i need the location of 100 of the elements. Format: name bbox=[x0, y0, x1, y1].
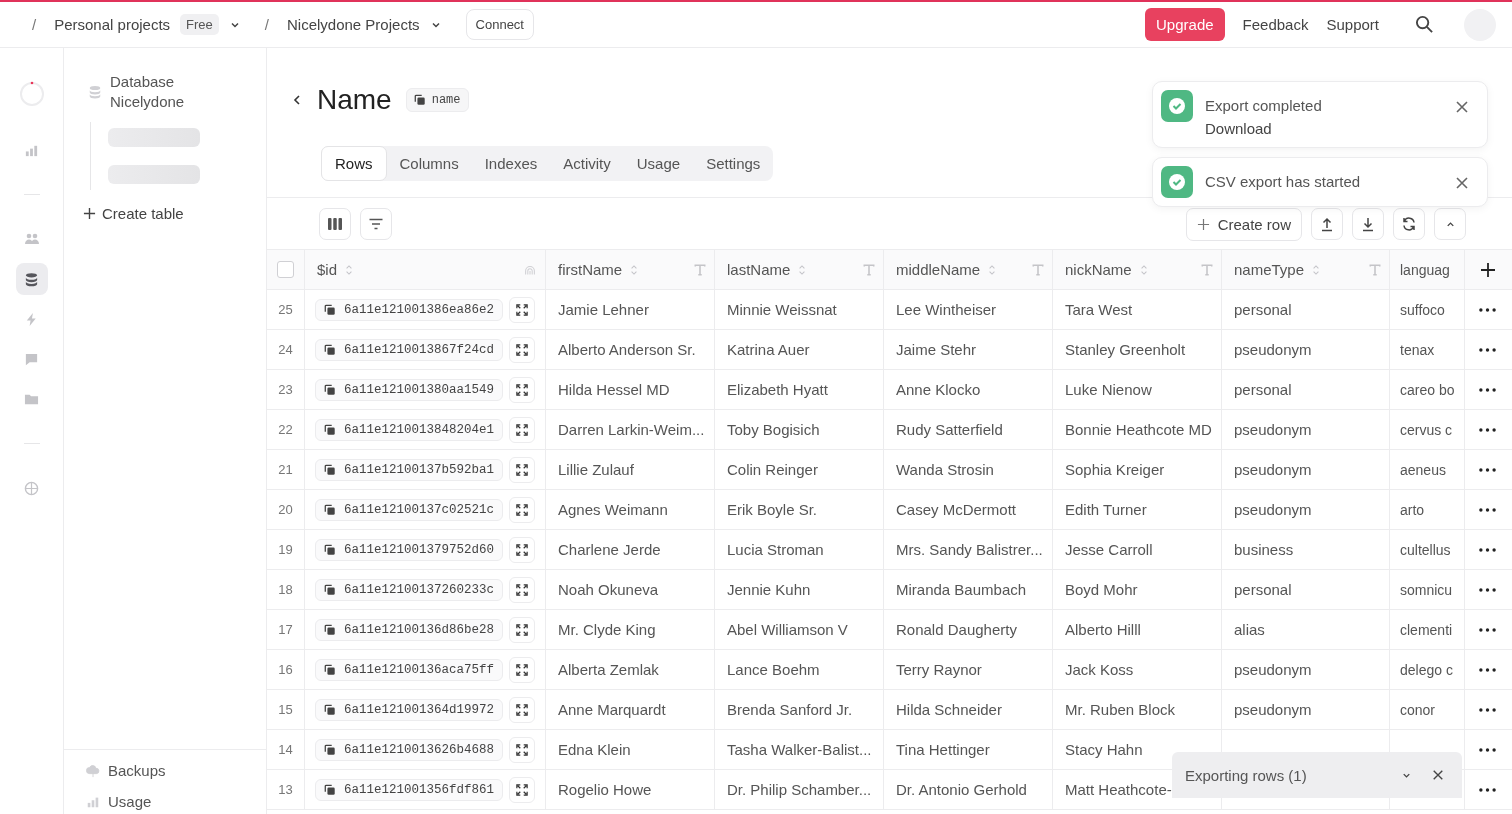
more-icon[interactable] bbox=[1479, 747, 1496, 752]
more-icon[interactable] bbox=[1479, 467, 1496, 472]
table-cell: Tina Hettinger bbox=[896, 741, 990, 758]
column-header[interactable]: middleName bbox=[896, 261, 981, 278]
table-cell: alias bbox=[1234, 621, 1265, 638]
column-header[interactable]: nameType bbox=[1234, 261, 1305, 278]
expand-row-button[interactable] bbox=[509, 656, 535, 683]
row-id-chip[interactable]: 6a11e1210013626b4688 bbox=[315, 738, 504, 761]
expand-row-button[interactable] bbox=[509, 496, 535, 523]
expand-row-button[interactable] bbox=[509, 696, 535, 723]
copy-id-button[interactable]: name bbox=[405, 88, 469, 112]
create-table-button[interactable]: Create table bbox=[83, 205, 266, 222]
table-cell: Mr. Clyde King bbox=[558, 621, 656, 638]
expand-row-button[interactable] bbox=[509, 576, 535, 603]
more-icon[interactable] bbox=[1479, 667, 1496, 672]
column-header[interactable]: firstName bbox=[558, 261, 623, 278]
table-cell: Boyd Mohr bbox=[1065, 581, 1138, 598]
tab[interactable]: Usage bbox=[623, 146, 694, 181]
more-icon[interactable] bbox=[1479, 427, 1496, 432]
expand-row-button[interactable] bbox=[509, 536, 535, 563]
tab[interactable]: Activity bbox=[550, 146, 624, 181]
expand-row-button[interactable] bbox=[509, 296, 535, 323]
table-cell: Tasha Walker-Balist... bbox=[727, 741, 872, 758]
tab[interactable]: Rows bbox=[321, 146, 387, 181]
row-id-chip[interactable]: 6a11e12100136aca75ff bbox=[315, 658, 504, 681]
download-link[interactable]: Download bbox=[1205, 120, 1443, 137]
close-icon[interactable] bbox=[1455, 176, 1469, 190]
column-header[interactable]: $id bbox=[317, 261, 338, 278]
tab[interactable]: Settings bbox=[693, 146, 774, 181]
connect-button[interactable]: Connect bbox=[465, 9, 534, 40]
expand-row-button[interactable] bbox=[509, 776, 535, 803]
success-icon bbox=[1161, 166, 1193, 198]
database-link[interactable]: Database Nicelydone bbox=[110, 72, 190, 112]
table-cell: Alberto Hilll bbox=[1065, 621, 1141, 638]
nav-link[interactable]: Support bbox=[1326, 16, 1379, 33]
table-cell: Hilda Hessel MD bbox=[558, 381, 670, 398]
copy-icon bbox=[324, 463, 336, 476]
table-cell: Alberto Anderson Sr. bbox=[558, 341, 696, 358]
expand-icon bbox=[516, 623, 528, 636]
nav-link[interactable]: Feedback bbox=[1242, 16, 1309, 33]
more-icon[interactable] bbox=[1479, 787, 1496, 792]
row-id-chip[interactable]: 6a11e12100136d86be28 bbox=[315, 618, 504, 641]
sidebar-item[interactable]: Backups bbox=[86, 762, 266, 779]
row-id-chip[interactable]: 6a11e12100137260233c bbox=[315, 578, 504, 601]
expand-row-button[interactable] bbox=[509, 336, 535, 363]
breadcrumb-link[interactable]: Personal projects bbox=[54, 16, 171, 33]
column-header[interactable]: nickName bbox=[1065, 261, 1132, 278]
close-icon[interactable] bbox=[1455, 100, 1469, 114]
row-id-chip[interactable]: 6a11e121001356fdf861 bbox=[315, 778, 504, 801]
download-button[interactable] bbox=[1352, 208, 1384, 240]
table-cell: Stacy Hahn bbox=[1065, 741, 1143, 758]
expand-icon bbox=[516, 343, 528, 356]
tab[interactable]: Indexes bbox=[471, 146, 551, 181]
add-column-icon[interactable] bbox=[1479, 261, 1496, 278]
row-id-chip[interactable]: 6a11e12100137c02521c bbox=[315, 498, 504, 521]
tab[interactable]: Columns bbox=[386, 146, 472, 181]
upload-button[interactable] bbox=[1311, 208, 1343, 240]
more-icon[interactable] bbox=[1479, 387, 1496, 392]
more-icon[interactable] bbox=[1479, 307, 1496, 312]
search-icon[interactable] bbox=[1415, 15, 1434, 34]
create-row-button[interactable]: Create row bbox=[1185, 207, 1302, 241]
more-icon[interactable] bbox=[1479, 347, 1496, 352]
back-icon[interactable] bbox=[291, 94, 303, 106]
more-icon[interactable] bbox=[1479, 547, 1496, 552]
column-header[interactable]: languag bbox=[1400, 261, 1450, 278]
table-cell: Casey McDermott bbox=[896, 501, 1017, 518]
more-icon[interactable] bbox=[1479, 507, 1496, 512]
table-cell: Lance Boehm bbox=[727, 661, 820, 678]
expand-row-button[interactable] bbox=[509, 736, 535, 763]
row-id-chip[interactable]: 6a11e121001379752d60 bbox=[315, 538, 504, 561]
expand-row-button[interactable] bbox=[509, 416, 535, 443]
breadcrumb-link[interactable]: Nicelydone Projects bbox=[287, 16, 420, 33]
row-id-chip[interactable]: 6a11e121001380aa1549 bbox=[315, 378, 504, 401]
row-id-chip[interactable]: 6a11e121001364d19972 bbox=[315, 698, 504, 721]
row-id-chip[interactable]: 6a11e1210013867f24cd bbox=[315, 338, 504, 361]
table-cell: Katrina Auer bbox=[727, 341, 810, 358]
sidebar-item[interactable]: Usage bbox=[86, 793, 266, 810]
row-id-chip[interactable]: 6a11e12100137b592ba1 bbox=[315, 458, 504, 481]
select-all-checkbox[interactable] bbox=[277, 261, 294, 278]
more-icon[interactable] bbox=[1479, 707, 1496, 712]
table-cell: Alberta Zemlak bbox=[558, 661, 659, 678]
more-icon[interactable] bbox=[1479, 627, 1496, 632]
expand-row-button[interactable] bbox=[509, 456, 535, 483]
expand-row-button[interactable] bbox=[509, 616, 535, 643]
filter-button[interactable] bbox=[360, 208, 392, 240]
row-id-chip[interactable]: 6a11e121001386ea86e2 bbox=[315, 298, 504, 321]
table-cell: Noah Okuneva bbox=[558, 581, 659, 598]
table-cell: Luke Nienow bbox=[1065, 381, 1152, 398]
table-cell: Mrs. Sandy Balistrer... bbox=[896, 541, 1043, 558]
upgrade-button[interactable]: Upgrade bbox=[1145, 8, 1225, 41]
chat-icon bbox=[24, 351, 39, 367]
table-cell: Tara West bbox=[1065, 301, 1133, 318]
column-header[interactable]: lastName bbox=[727, 261, 791, 278]
more-icon[interactable] bbox=[1479, 587, 1496, 592]
columns-button[interactable] bbox=[319, 208, 351, 240]
refresh-button[interactable] bbox=[1393, 208, 1425, 240]
database-nav-button[interactable] bbox=[15, 263, 48, 295]
close-icon[interactable] bbox=[1432, 769, 1444, 781]
row-id-chip[interactable]: 6a11e1210013848204e1 bbox=[315, 418, 504, 441]
expand-row-button[interactable] bbox=[509, 376, 535, 403]
